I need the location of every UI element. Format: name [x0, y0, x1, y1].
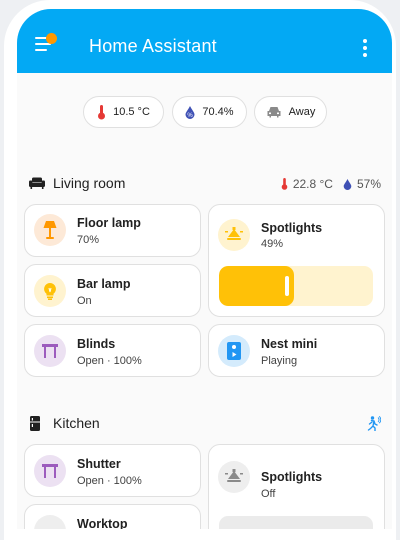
spotlight-icon[interactable]: [218, 461, 250, 493]
svg-text:%: %: [188, 113, 194, 119]
shutter-icon[interactable]: [34, 455, 66, 487]
presence-chip-value: Away: [288, 106, 316, 118]
worktop-tile[interactable]: Worktop: [24, 504, 201, 529]
nest-mini-tile[interactable]: Nest mini Playing: [208, 324, 385, 377]
nest-mini-name: Nest mini: [261, 337, 318, 351]
kitchen-spotlights-tile[interactable]: Spotlights Off: [208, 444, 385, 529]
blinds-icon[interactable]: [34, 335, 66, 367]
humidity-chip-value: 70.4%: [202, 106, 234, 118]
notification-badge[interactable]: [46, 33, 57, 44]
car-icon: [266, 106, 282, 118]
fridge-icon: [30, 415, 40, 431]
spotlights-state: 49%: [261, 238, 284, 250]
spotlights-name: Spotlights: [261, 221, 323, 235]
light-icon[interactable]: [34, 515, 66, 529]
bar-lamp-tile[interactable]: Bar lamp On: [24, 264, 201, 317]
kitchen-brightness-slider[interactable]: [219, 516, 373, 529]
sofa-icon: [29, 177, 45, 189]
humidity-icon: %: [185, 105, 195, 119]
device-frame: Home Assistant 10.5 °C % 70.4% Away Livi…: [4, 0, 396, 540]
spotlights-tile[interactable]: Spotlights 49%: [208, 204, 385, 317]
kitchen-heading[interactable]: Kitchen: [29, 415, 100, 431]
bar-lamp-state: On: [77, 295, 92, 307]
floor-lamp-state: 70%: [77, 234, 100, 246]
blinds-state: Open · 100%: [77, 355, 142, 367]
worktop-name: Worktop: [77, 517, 128, 529]
speaker-icon[interactable]: [218, 335, 250, 367]
living-room-temperature: 22.8 °C: [292, 177, 333, 191]
nest-mini-state: Playing: [261, 355, 298, 367]
brightness-slider-fill: [219, 266, 294, 306]
bar-lamp-name: Bar lamp: [77, 277, 131, 291]
shutter-tile[interactable]: Shutter Open · 100%: [24, 444, 201, 497]
thermometer-icon: [281, 178, 288, 190]
spotlight-icon[interactable]: [218, 219, 250, 251]
thermometer-icon: [97, 104, 106, 120]
brightness-slider-handle[interactable]: [285, 276, 289, 296]
kitchen-spotlights-state: Off: [261, 488, 276, 500]
shutter-name: Shutter: [77, 457, 121, 471]
humidity-chip[interactable]: % 70.4%: [172, 96, 247, 128]
floor-lamp-name: Floor lamp: [77, 216, 141, 230]
blinds-name: Blinds: [77, 337, 116, 351]
living-room-heading[interactable]: Living room: [29, 175, 125, 191]
living-room-sensors: 22.8 °C 57%: [281, 177, 381, 191]
app-title: Home Assistant: [89, 36, 217, 56]
shutter-state: Open · 100%: [77, 475, 142, 487]
more-vert-icon[interactable]: [363, 39, 367, 60]
brightness-slider[interactable]: [219, 266, 373, 306]
kitchen-spotlights-name: Spotlights: [261, 470, 323, 484]
top-app-bar: Home Assistant: [17, 9, 392, 73]
blinds-tile[interactable]: Blinds Open · 100%: [24, 324, 201, 377]
motion-sensor-icon: [367, 416, 381, 431]
floor-lamp-icon[interactable]: [34, 214, 66, 246]
presence-chip[interactable]: Away: [254, 96, 327, 128]
bulb-icon[interactable]: [34, 275, 66, 307]
temperature-chip[interactable]: 10.5 °C: [83, 96, 164, 128]
living-room-title: Living room: [53, 175, 126, 191]
app-screen: Home Assistant 10.5 °C % 70.4% Away Livi…: [17, 9, 392, 529]
floor-lamp-tile[interactable]: Floor lamp 70%: [24, 204, 201, 257]
living-room-humidity: 57%: [356, 177, 381, 191]
kitchen-title: Kitchen: [53, 415, 100, 431]
humidity-icon: [343, 178, 352, 190]
temperature-chip-value: 10.5 °C: [113, 106, 150, 118]
